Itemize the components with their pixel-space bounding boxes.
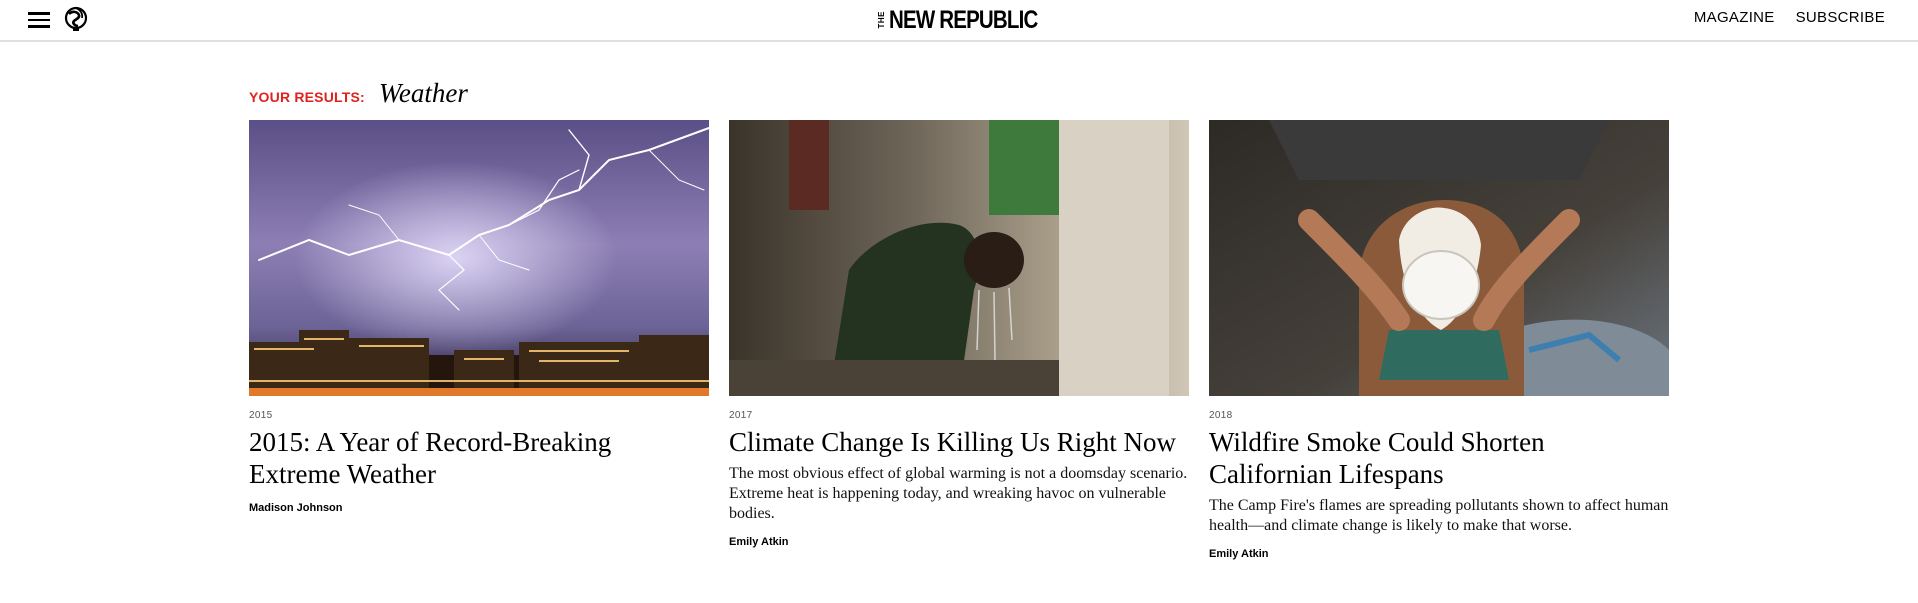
globe-logo-icon[interactable] bbox=[64, 6, 88, 32]
brand-prefix: THE bbox=[877, 11, 886, 29]
article-title[interactable]: Wildfire Smoke Could Shorten Californian… bbox=[1209, 426, 1669, 490]
article-title[interactable]: 2015: A Year of Record-Breaking Extreme … bbox=[249, 426, 709, 490]
article-title[interactable]: Climate Change Is Killing Us Right Now bbox=[729, 426, 1189, 458]
search-query: Weather bbox=[378, 78, 468, 108]
results-label: YOUR RESULTS: bbox=[249, 89, 365, 105]
article-card: 2018 Wildfire Smoke Could Shorten Califo… bbox=[1209, 120, 1669, 560]
magazine-link[interactable]: MAGAZINE bbox=[1694, 9, 1775, 26]
child-cooling-off-under-water-photo[interactable] bbox=[729, 120, 1189, 396]
site-header: THE NEW REPUBLIC MAGAZINE SUBSCRIBE bbox=[0, 0, 1918, 42]
article-summary: The most obvious effect of global warmin… bbox=[729, 465, 1188, 522]
subscribe-link[interactable]: SUBSCRIBE bbox=[1796, 9, 1885, 26]
lightning-storm-over-city-photo[interactable] bbox=[249, 120, 709, 396]
article-card: 2015 2015: A Year of Record-Breaking Ext… bbox=[249, 120, 709, 514]
article-author[interactable]: Emily Atkin bbox=[1209, 548, 1669, 560]
site-logo[interactable]: THE NEW REPUBLIC bbox=[877, 4, 1070, 36]
hamburger-menu-icon[interactable] bbox=[28, 12, 50, 28]
article-year: 2015 bbox=[249, 410, 273, 421]
brand-name: NEW REPUBLIC bbox=[889, 5, 1038, 34]
header-nav: MAGAZINE SUBSCRIBE bbox=[1694, 9, 1885, 26]
article-card: 2017 Climate Change Is Killing Us Right … bbox=[729, 120, 1189, 548]
article-summary: The Camp Fire's flames are spreading pol… bbox=[1209, 497, 1669, 534]
dog-wearing-respirator-mask-photo[interactable] bbox=[1209, 120, 1669, 396]
article-year: 2018 bbox=[1209, 410, 1233, 421]
article-author[interactable]: Emily Atkin bbox=[729, 536, 1189, 548]
search-results-heading: YOUR RESULTS: Weather bbox=[249, 78, 468, 109]
article-author[interactable]: Madison Johnson bbox=[249, 502, 709, 514]
article-year: 2017 bbox=[729, 410, 753, 421]
